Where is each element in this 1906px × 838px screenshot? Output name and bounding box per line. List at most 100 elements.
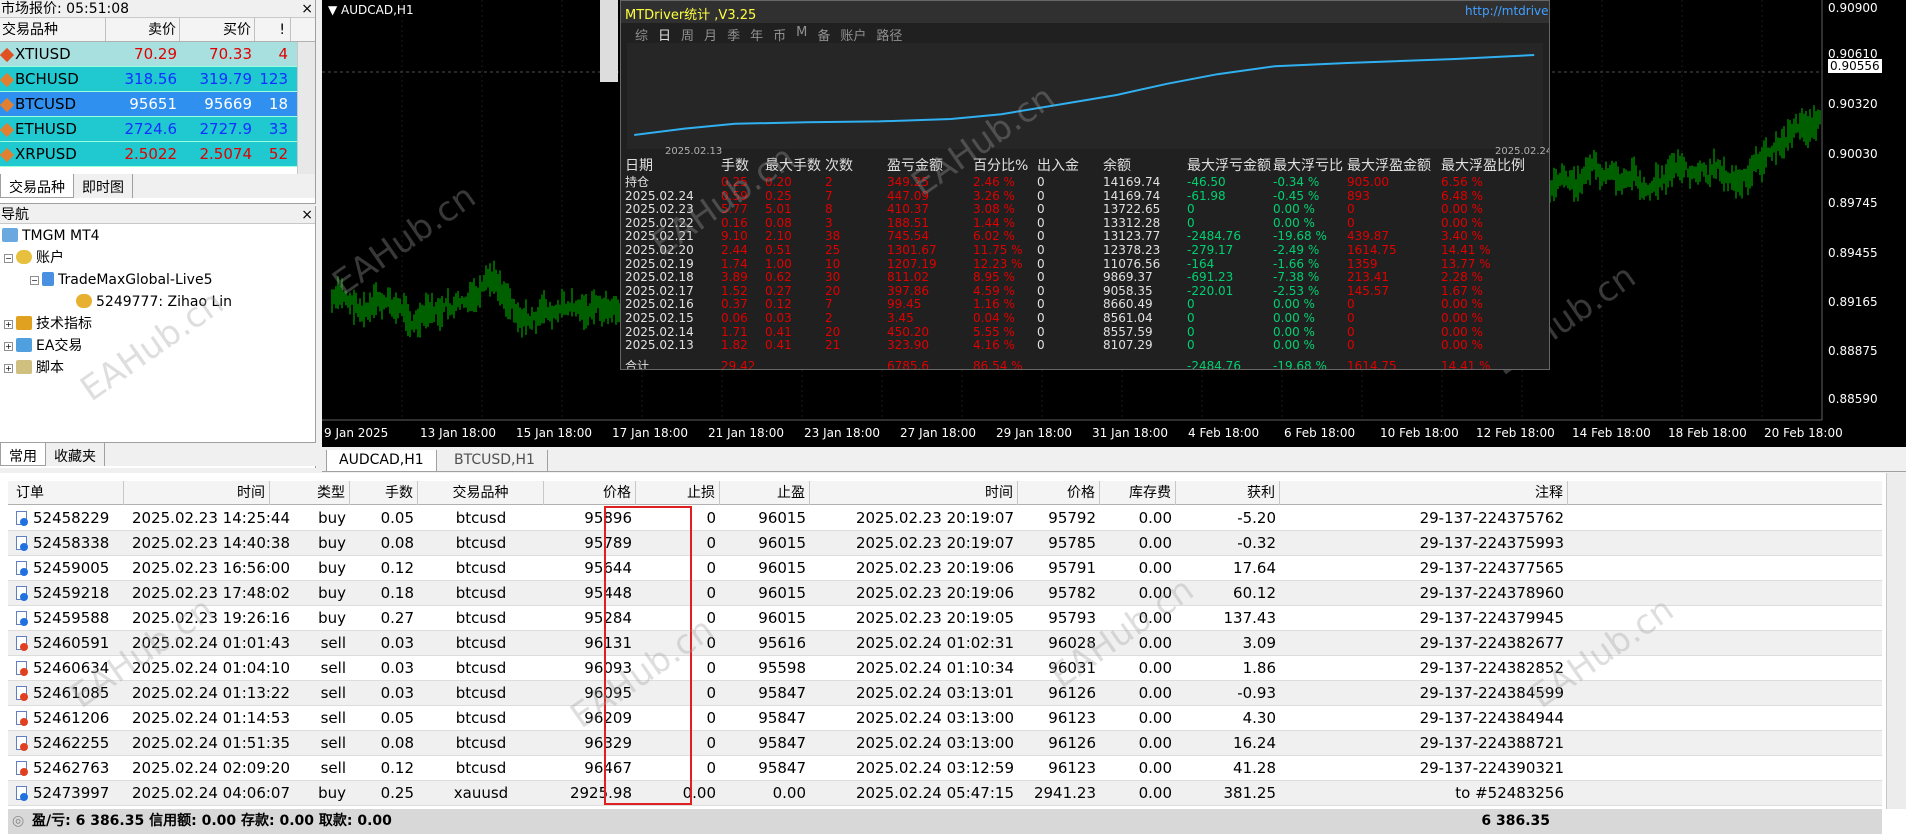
stats-menu-item[interactable]: 币 — [773, 25, 786, 44]
history-row[interactable]: 52461085 2025.02.24 01:13:22 sell 0.03 btcus… — [8, 681, 1882, 706]
stats-link[interactable]: http://mtdriver.cn — [1465, 4, 1549, 18]
history-col-header[interactable]: 库存费 — [1100, 481, 1176, 505]
mw-ask: 70.33 — [209, 45, 252, 63]
history-cell-text: 0.08 — [380, 734, 414, 752]
time-label: 15 Jan 18:00 — [516, 426, 592, 440]
history-cell-text: buy — [318, 559, 346, 577]
stats-menu-item[interactable]: 季 — [727, 25, 740, 44]
history-cell: 29-137-224375993 — [1280, 531, 1568, 556]
chart-tab-audcad[interactable]: AUDCAD,H1 — [326, 450, 437, 472]
chart-tab-btcusd[interactable]: BTCUSD,H1 — [442, 450, 548, 472]
history-scrollbar[interactable] — [1886, 473, 1906, 809]
history-cell: 29-137-224388721 — [1280, 731, 1568, 756]
history-row[interactable]: 52459005 2025.02.23 16:56:00 buy 0.12 btcusd… — [8, 556, 1882, 581]
market-watch-close-icon[interactable]: × — [301, 0, 313, 18]
market-watch-row[interactable]: ETHUSD 2724.6 2727.9 33 — [0, 117, 315, 142]
history-col-header[interactable]: 注释 — [1280, 481, 1568, 505]
stats-menu-item[interactable]: 路径 — [876, 25, 902, 44]
history-col-header[interactable]: 手数 — [350, 481, 418, 505]
history-col-header[interactable]: 交易品种 — [418, 481, 544, 505]
market-watch-row[interactable]: XRPUSD 2.5022 2.5074 52 — [0, 142, 315, 167]
history-row[interactable]: 52458229 2025.02.23 14:25:44 buy 0.05 btcusd… — [8, 506, 1882, 531]
stats-menu-item[interactable]: 综 — [635, 25, 648, 44]
stats-cell: -279.17 — [1187, 243, 1234, 257]
history-cell-text: 0.00 — [1138, 559, 1172, 577]
history-col-header[interactable]: 时间 — [810, 481, 1018, 505]
stats-menu-item[interactable]: 月 — [704, 25, 717, 44]
history-cell: 0.00 — [1100, 781, 1176, 806]
stats-cell: 0.00 % — [1441, 311, 1483, 325]
market-watch-row[interactable]: BTCUSD 95651 95669 18 — [0, 92, 315, 117]
stats-cell: 2025.02.19 — [625, 256, 694, 271]
history-col-header[interactable]: 止盈 — [720, 481, 810, 505]
history-cell-text: 2025.02.23 16:56:00 — [132, 559, 291, 577]
collapse-icon[interactable]: − — [30, 276, 39, 285]
nav-item-broker[interactable]: TMGM MT4 — [2, 226, 100, 246]
history-cell-text: 0 — [706, 534, 716, 552]
stats-menu-item[interactable]: M — [796, 25, 807, 43]
expand-icon[interactable]: + — [4, 342, 13, 351]
history-col-header[interactable]: 价格 — [544, 481, 636, 505]
order-dot — [20, 568, 28, 576]
nav-item-server[interactable]: − TradeMaxGlobal-Live5 — [30, 270, 212, 290]
history-row[interactable]: 52461206 2025.02.24 01:14:53 sell 0.05 btcus… — [8, 706, 1882, 731]
stats-menu: 综日周月季年币 M 备账户 路径 — [635, 25, 902, 44]
history-row[interactable]: 52459588 2025.02.23 19:26:16 buy 0.27 btcusd… — [8, 606, 1882, 631]
mw-col-bid[interactable]: 卖价 — [106, 18, 180, 41]
stats-cell: 0.03 — [765, 311, 792, 325]
history-cell-text: 95847 — [758, 759, 806, 777]
history-col-header[interactable]: 止损 — [636, 481, 720, 505]
market-watch-row[interactable]: BCHUSD 318.56 319.79 123 — [0, 67, 315, 92]
stats-cell: 439.87 — [1347, 229, 1389, 244]
stats-menu-item[interactable]: 日 — [658, 25, 671, 44]
history-cell-text: btcusd — [455, 659, 507, 677]
mw-spread: 18 — [268, 95, 288, 113]
history-row[interactable]: 52473997 2025.02.24 04:06:07 buy 0.25 xauusd… — [8, 781, 1882, 806]
tab-favorites[interactable]: 收藏夹 — [46, 443, 105, 466]
stats-menu-item[interactable]: 年 — [750, 25, 763, 44]
history-col-header[interactable]: 价格 — [1018, 481, 1100, 505]
market-watch-row[interactable]: XTIUSD 70.29 70.33 4 — [0, 42, 315, 67]
history-cell: 95847 — [720, 681, 810, 706]
mw-col-symbol[interactable]: 交易品种 — [0, 18, 106, 41]
history-row[interactable]: 52459218 2025.02.23 17:48:02 buy 0.18 btcusd… — [8, 581, 1882, 606]
history-col-header[interactable]: 类型 — [270, 481, 350, 505]
history-cell-text: 52461206 — [33, 709, 110, 727]
nav-item-scripts[interactable]: + 脚本 — [4, 358, 64, 378]
history-row[interactable]: 52462255 2025.02.24 01:51:35 sell 0.08 btcus… — [8, 731, 1882, 756]
stats-menu-item[interactable]: 周 — [681, 25, 694, 44]
nav-item-indicators[interactable]: + 技术指标 — [4, 314, 92, 334]
nav-item-experts[interactable]: + EA交易 — [4, 336, 82, 356]
mw-col-ask[interactable]: 买价 — [180, 18, 255, 41]
stats-cell: 29.42 — [721, 359, 756, 370]
stats-cell: 0.51 — [765, 243, 792, 257]
history-row[interactable]: 52462763 2025.02.24 02:09:20 sell 0.12 btcus… — [8, 756, 1882, 781]
stats-cell: 3.40 % — [1441, 229, 1483, 244]
price-label: 0.89745 — [1828, 196, 1878, 210]
mw-col-spread[interactable]: ! — [255, 18, 291, 41]
chart-tabs: AUDCAD,H1 BTCUSD,H1 — [322, 448, 1906, 472]
expand-icon[interactable]: + — [4, 364, 13, 373]
history-col-header[interactable]: 订单 — [12, 481, 124, 505]
history-cell: 29-137-224377565 — [1280, 556, 1568, 581]
stats-cell: 86.54 % — [973, 359, 1023, 370]
expand-icon[interactable]: + — [4, 320, 13, 329]
history-cell-text: 16.24 — [1233, 734, 1276, 752]
history-cell: xauusd — [418, 781, 544, 806]
nav-item-accounts[interactable]: − 账户 — [4, 248, 64, 268]
stats-menu-item[interactable]: 账户 — [840, 25, 866, 44]
stats-cell: 0 — [1037, 338, 1045, 353]
mw-symbol-cell: ETHUSD — [0, 117, 106, 141]
tab-tick-chart[interactable]: 即时图 — [74, 174, 133, 198]
chart-toolbar[interactable] — [600, 0, 618, 82]
tab-common[interactable]: 常用 — [0, 443, 46, 466]
stats-cell: 905.00 — [1347, 175, 1389, 189]
stats-menu-item[interactable]: 备 — [817, 25, 830, 44]
history-col-header[interactable]: 时间 — [128, 481, 270, 505]
market-watch-scrollbar[interactable] — [297, 42, 315, 178]
navigator-close-icon[interactable]: × — [301, 206, 313, 224]
history-row[interactable]: 52458338 2025.02.23 14:40:38 buy 0.08 btcusd… — [8, 531, 1882, 556]
collapse-icon[interactable]: − — [4, 254, 13, 263]
history-col-header[interactable]: 获利 — [1176, 481, 1280, 505]
tab-symbols[interactable]: 交易品种 — [0, 174, 74, 198]
